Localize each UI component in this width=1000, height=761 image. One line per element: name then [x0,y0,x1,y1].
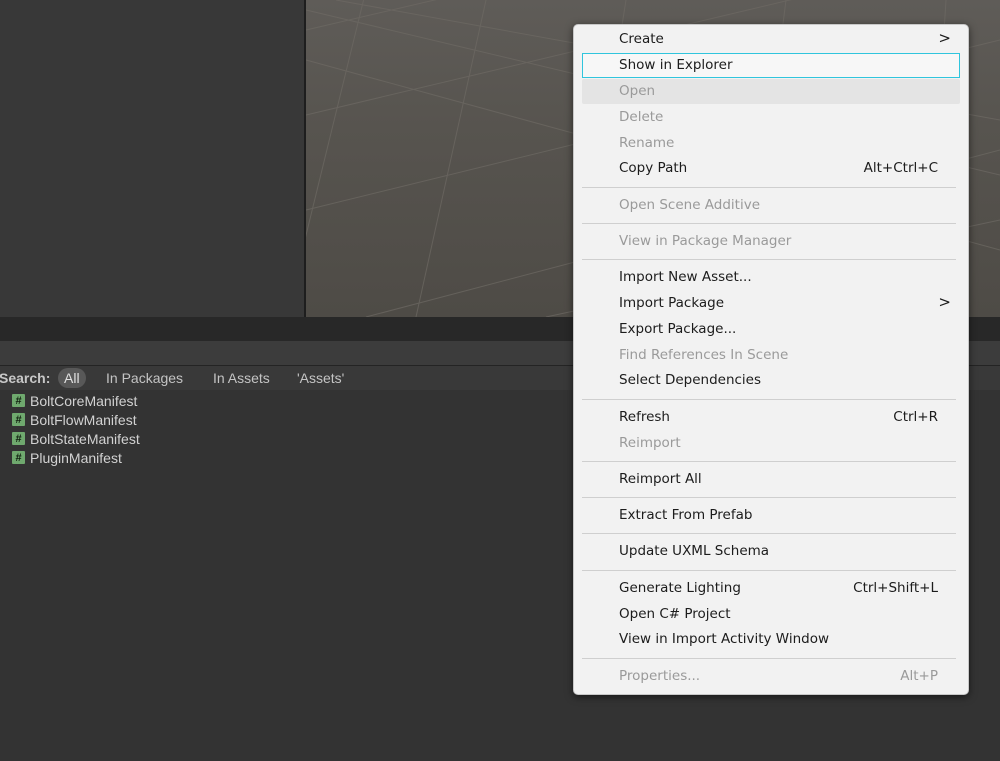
asset-name: BoltFlowManifest [30,411,137,428]
menu-item-label: Import New Asset... [619,269,752,285]
script-icon: # [12,394,25,407]
menu-item-export-package[interactable]: Export Package... [582,317,960,342]
menu-item-copy-path[interactable]: Copy Path Alt+Ctrl+C [582,156,960,181]
menu-item-label: View in Package Manager [619,233,792,249]
menu-item-label: Properties... [619,668,701,684]
submenu-arrow-icon: > [938,29,951,47]
menu-separator [582,533,956,534]
asset-row[interactable]: # BoltCoreManifest [12,391,137,410]
menu-item-reimport[interactable]: Reimport [582,431,960,456]
menu-item-label: Import Package [619,295,725,311]
menu-item-view-in-import-activity-window[interactable]: View in Import Activity Window [582,627,960,652]
menu-separator [582,497,956,498]
filter-assets-folder[interactable]: 'Assets' [297,370,344,386]
menu-item-label: View in Import Activity Window [619,631,830,647]
menu-item-label: Generate Lighting [619,580,741,596]
menu-item-import-new-asset[interactable]: Import New Asset... [582,265,960,290]
menu-separator [582,658,956,659]
filter-in-assets[interactable]: In Assets [213,370,270,386]
menu-item-update-uxml-schema[interactable]: Update UXML Schema [582,539,960,564]
asset-name: PluginManifest [30,449,122,466]
filter-in-packages[interactable]: In Packages [106,370,183,386]
menu-item-label: Create [619,31,664,47]
menu-item-generate-lighting[interactable]: Generate Lighting Ctrl+Shift+L [582,576,960,601]
menu-separator [582,223,956,224]
menu-item-label: Find References In Scene [619,347,789,363]
menu-item-reimport-all[interactable]: Reimport All [582,467,960,492]
menu-item-rename[interactable]: Rename [582,131,960,156]
context-menu: Create > Show in Explorer Open Delete Re… [573,24,969,695]
menu-item-label: Delete [619,109,664,125]
menu-item-delete[interactable]: Delete [582,105,960,130]
menu-item-label: Export Package... [619,321,737,337]
hierarchy-panel[interactable] [0,0,304,317]
menu-item-open-csharp-project[interactable]: Open C# Project [582,602,960,627]
script-icon: # [12,451,25,464]
asset-name: BoltCoreManifest [30,392,138,409]
menu-item-label: Refresh [619,409,670,425]
menu-item-label: Rename [619,135,675,151]
menu-item-show-in-explorer[interactable]: Show in Explorer [582,53,960,78]
menu-item-label: Show in Explorer [619,57,733,73]
menu-separator [582,259,956,260]
menu-item-label: Update UXML Schema [619,543,770,559]
menu-item-shortcut: Ctrl+R [893,409,938,425]
menu-separator [582,461,956,462]
menu-item-open[interactable]: Open [582,79,960,104]
menu-item-find-references-in-scene[interactable]: Find References In Scene [582,343,960,368]
menu-item-label: Reimport [619,435,681,451]
menu-separator [582,187,956,188]
script-icon: # [12,432,25,445]
menu-item-select-dependencies[interactable]: Select Dependencies [582,368,960,393]
menu-item-shortcut: Alt+Ctrl+C [863,160,938,176]
menu-item-label: Reimport All [619,471,702,487]
menu-item-refresh[interactable]: Refresh Ctrl+R [582,405,960,430]
menu-item-create[interactable]: Create > [582,27,960,52]
script-icon: # [12,413,25,426]
menu-item-shortcut: Alt+P [900,668,938,684]
menu-item-label: Open Scene Additive [619,197,761,213]
menu-item-label: Extract From Prefab [619,507,753,523]
search-label: Search: [0,370,51,386]
asset-row[interactable]: # BoltStateManifest [12,429,140,448]
submenu-arrow-icon: > [938,293,951,311]
menu-item-label: Select Dependencies [619,372,762,388]
menu-separator [582,399,956,400]
menu-item-label: Open C# Project [619,606,731,622]
menu-item-label: Open [619,83,656,99]
asset-row[interactable]: # BoltFlowManifest [12,410,137,429]
menu-item-label: Copy Path [619,160,688,176]
menu-item-extract-from-prefab[interactable]: Extract From Prefab [582,503,960,528]
menu-item-import-package[interactable]: Import Package > [582,291,960,316]
menu-item-shortcut: Ctrl+Shift+L [853,580,938,596]
asset-row[interactable]: # PluginManifest [12,448,122,467]
menu-item-properties[interactable]: Properties... Alt+P [582,664,960,689]
menu-separator [582,570,956,571]
menu-item-view-in-package-manager[interactable]: View in Package Manager [582,229,960,254]
menu-item-open-scene-additive[interactable]: Open Scene Additive [582,193,960,218]
asset-name: BoltStateManifest [30,430,140,447]
filter-all[interactable]: All [58,368,86,388]
